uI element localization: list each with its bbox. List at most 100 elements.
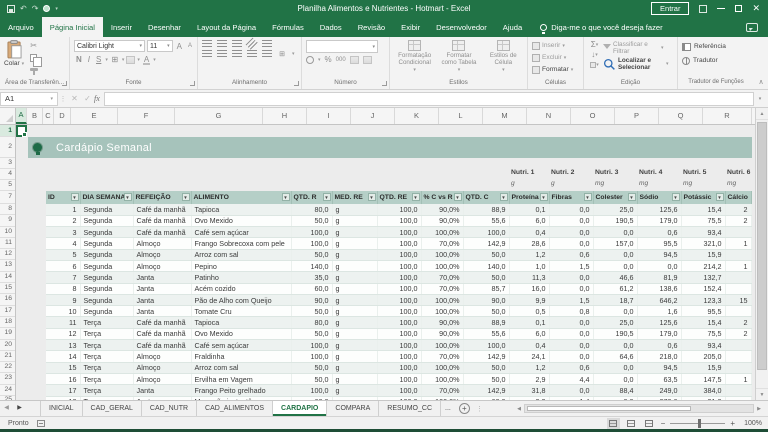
- column-header-e[interactable]: E: [71, 108, 118, 124]
- horizontal-scroll-thumb[interactable]: [527, 406, 691, 411]
- increase-decimal-icon[interactable]: [350, 56, 359, 64]
- cell[interactable]: 249,0: [637, 385, 681, 396]
- cell[interactable]: 125,6: [637, 317, 681, 328]
- cell[interactable]: Terça: [80, 373, 133, 384]
- column-header-j[interactable]: J: [351, 108, 395, 124]
- cell[interactable]: 142,9: [463, 351, 509, 362]
- cell[interactable]: 0,0: [637, 260, 681, 271]
- cell[interactable]: 50,0: [463, 362, 509, 373]
- cell[interactable]: 0,0: [593, 362, 637, 373]
- scroll-left-icon[interactable]: ◀: [514, 406, 524, 412]
- cell[interactable]: 140,0: [291, 260, 332, 271]
- sheet-tab-inicial[interactable]: INICIAL: [40, 401, 83, 416]
- cell[interactable]: 0,0: [549, 238, 593, 249]
- cell[interactable]: 100,0: [377, 373, 421, 384]
- cell[interactable]: Patinho: [191, 272, 291, 283]
- zoom-in-icon[interactable]: +: [730, 419, 735, 428]
- normal-view-icon[interactable]: [607, 418, 620, 429]
- cell[interactable]: 2: [725, 328, 751, 339]
- find-select-button[interactable]: Localizar e Selecionar▾: [603, 56, 674, 72]
- row-header-1[interactable]: 1: [0, 125, 15, 137]
- cell[interactable]: 85,7: [463, 283, 509, 294]
- column-filter-prote-na[interactable]: Proteína▼: [509, 191, 549, 204]
- vertical-scrollbar[interactable]: ▲ ▼: [755, 108, 768, 400]
- minimize-icon[interactable]: [717, 8, 725, 9]
- cell[interactable]: 35,0: [291, 272, 332, 283]
- cell[interactable]: 50,0: [291, 249, 332, 260]
- cell[interactable]: 61,2: [593, 283, 637, 294]
- row-header-9[interactable]: 9: [0, 215, 15, 226]
- accounting-format-icon[interactable]: [306, 56, 314, 64]
- cell[interactable]: g: [332, 328, 377, 339]
- sheet-tab-resumo-cc[interactable]: RESUMO_CC: [379, 401, 441, 416]
- save-icon[interactable]: [7, 5, 15, 13]
- cell[interactable]: [725, 249, 751, 260]
- cell[interactable]: 0,0: [593, 373, 637, 384]
- sheet-tab-compara[interactable]: COMPARA: [327, 401, 379, 416]
- cell[interactable]: 646,2: [637, 294, 681, 305]
- align-left-icon[interactable]: [202, 50, 212, 58]
- sign-in-button[interactable]: Entrar: [651, 2, 689, 15]
- cell[interactable]: Café da manhã: [133, 340, 191, 351]
- cell[interactable]: 50,0: [463, 249, 509, 260]
- align-middle-icon[interactable]: [217, 40, 227, 48]
- cell[interactable]: g: [332, 306, 377, 317]
- row-header-17[interactable]: 17: [0, 306, 15, 317]
- cell[interactable]: 2: [725, 317, 751, 328]
- bold-button[interactable]: N: [74, 55, 84, 64]
- sheet-grid[interactable]: Cardápio Semanal Nutri. 1gNutri. 2gNutri…: [16, 125, 755, 400]
- cell[interactable]: 100,0: [377, 385, 421, 396]
- cell[interactable]: 100,0%: [421, 260, 463, 271]
- cell[interactable]: Almoço: [133, 260, 191, 271]
- ribbon-tab-desenhar[interactable]: Desenhar: [140, 17, 189, 37]
- cell[interactable]: 100,0: [377, 260, 421, 271]
- cell[interactable]: g: [332, 351, 377, 362]
- column-filter-colester[interactable]: Colester▼: [593, 191, 637, 204]
- cell[interactable]: 15: [725, 294, 751, 305]
- cell[interactable]: 100,0: [377, 306, 421, 317]
- cell[interactable]: Almoço: [133, 351, 191, 362]
- column-filter-qtd-c[interactable]: QTD. C▼: [463, 191, 509, 204]
- vertical-scroll-thumb[interactable]: [757, 122, 767, 370]
- zoom-slider[interactable]: [670, 423, 725, 424]
- cell[interactable]: 15,9: [681, 249, 725, 260]
- cell[interactable]: Tomate Cru: [191, 306, 291, 317]
- comma-style-icon[interactable]: 000: [336, 57, 346, 63]
- cell[interactable]: 95,5: [637, 238, 681, 249]
- column-filter-alimento[interactable]: ALIMENTO▼: [191, 191, 291, 204]
- cell[interactable]: 50,0: [291, 306, 332, 317]
- cell[interactable]: 15: [46, 362, 80, 373]
- cell[interactable]: 100,0: [377, 340, 421, 351]
- column-header-c[interactable]: C: [43, 108, 54, 124]
- cell[interactable]: Pepino: [191, 260, 291, 271]
- cell[interactable]: Segunda: [80, 215, 133, 226]
- cell[interactable]: 100,0%: [421, 227, 463, 238]
- cell[interactable]: [725, 283, 751, 294]
- cell[interactable]: 11: [46, 317, 80, 328]
- cell[interactable]: 90,0%: [421, 215, 463, 226]
- row-header-21[interactable]: 21: [0, 351, 15, 362]
- cell[interactable]: 125,6: [637, 204, 681, 215]
- column-filter-s-dio[interactable]: Sódio▼: [637, 191, 681, 204]
- cell[interactable]: Arroz com sal: [191, 249, 291, 260]
- cell[interactable]: g: [332, 283, 377, 294]
- cell[interactable]: 2: [46, 215, 80, 226]
- cell[interactable]: g: [332, 215, 377, 226]
- cell[interactable]: g: [332, 373, 377, 384]
- cell[interactable]: 31,8: [509, 385, 549, 396]
- cell[interactable]: 100,0: [291, 351, 332, 362]
- cell[interactable]: 100,0: [463, 227, 509, 238]
- column-header-p[interactable]: P: [615, 108, 659, 124]
- cell[interactable]: Terça: [80, 340, 133, 351]
- cell[interactable]: 0,0: [549, 215, 593, 226]
- cell[interactable]: 81,9: [637, 272, 681, 283]
- ribbon-tab-layout-da-p-gina[interactable]: Layout da Página: [189, 17, 264, 37]
- cell[interactable]: [725, 340, 751, 351]
- align-top-icon[interactable]: [202, 40, 212, 48]
- cell[interactable]: [725, 385, 751, 396]
- borders-icon[interactable]: ⊞: [110, 54, 120, 65]
- new-sheet-icon[interactable]: +: [459, 403, 470, 414]
- cell[interactable]: 0,0: [549, 227, 593, 238]
- column-header-r[interactable]: R: [703, 108, 752, 124]
- row-header-12[interactable]: 12: [0, 249, 15, 260]
